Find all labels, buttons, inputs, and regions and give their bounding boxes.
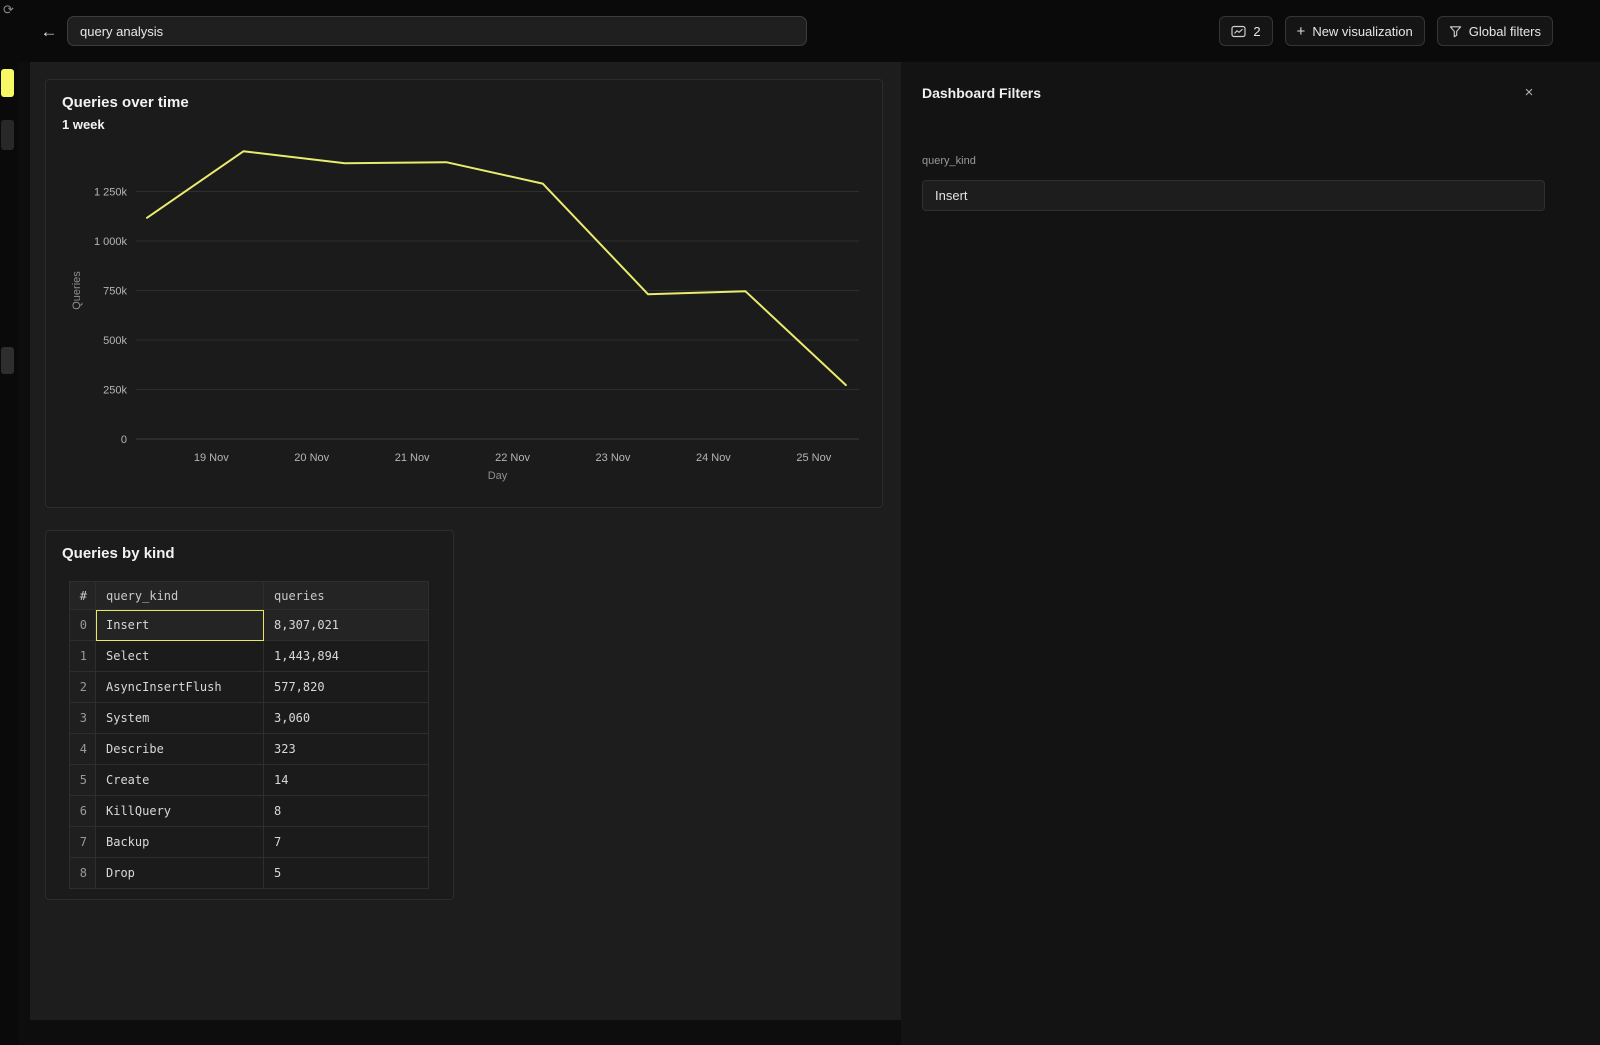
cell-queries[interactable]: 7 (264, 827, 429, 858)
cell-query-kind[interactable]: Create (96, 765, 264, 796)
svg-text:21 Nov: 21 Nov (395, 452, 430, 464)
plus-icon: + (1297, 23, 1306, 40)
table-row: 4Describe323 (70, 734, 429, 765)
cell-queries[interactable]: 8 (264, 796, 429, 827)
cell-queries[interactable]: 8,307,021 (264, 610, 429, 641)
table-row: 7Backup7 (70, 827, 429, 858)
cell-query-kind[interactable]: Select (96, 641, 264, 672)
sidebar-item[interactable] (1, 347, 14, 374)
close-icon[interactable]: × (1520, 84, 1538, 102)
dashboard-filters-panel: Dashboard Filters × query_kind (901, 62, 1600, 1045)
cell-row-index: 7 (70, 827, 96, 858)
cell-row-index: 8 (70, 858, 96, 889)
cell-row-index: 0 (70, 610, 96, 641)
global-filters-button[interactable]: Global filters (1437, 16, 1553, 46)
svg-text:20 Nov: 20 Nov (294, 452, 329, 464)
new-visualization-label: New visualization (1312, 24, 1412, 39)
cell-queries[interactable]: 5 (264, 858, 429, 889)
cell-query-kind[interactable]: Insert (96, 610, 264, 641)
cell-queries[interactable]: 577,820 (264, 672, 429, 703)
cell-queries[interactable]: 14 (264, 765, 429, 796)
queries-table-body: 0Insert8,307,0211Select1,443,8942AsyncIn… (70, 610, 429, 889)
svg-text:23 Nov: 23 Nov (596, 452, 631, 464)
query-kind-filter-input[interactable] (922, 180, 1545, 211)
queries-over-time-card: Queries over time 1 week 0 250k 500k 750k 1 … (45, 79, 883, 508)
panel-count-button[interactable]: 2 (1219, 16, 1272, 46)
table-header-row: # query_kind queries (70, 582, 429, 610)
chart-subtitle: 1 week (62, 117, 105, 132)
panel-count-label: 2 (1253, 24, 1260, 39)
global-filters-label: Global filters (1469, 24, 1541, 39)
chart-title: Queries over time (62, 94, 189, 111)
table-row: 1Select1,443,894 (70, 641, 429, 672)
cell-query-kind[interactable]: Backup (96, 827, 264, 858)
visualization-panel-icon (1231, 25, 1246, 38)
table-row: 2AsyncInsertFlush577,820 (70, 672, 429, 703)
svg-text:24 Nov: 24 Nov (696, 452, 731, 464)
cell-query-kind[interactable]: Describe (96, 734, 264, 765)
topbar-actions: 2 + New visualization Global filters (1219, 16, 1553, 46)
svg-text:500k: 500k (103, 335, 127, 347)
column-header-query-kind: query_kind (96, 582, 264, 610)
refresh-icon[interactable]: ⟳ (1, 2, 16, 18)
svg-text:Queries: Queries (71, 271, 83, 310)
svg-text:750k: 750k (103, 286, 127, 298)
queries-by-kind-card: Queries by kind # query_kind queries 0In… (45, 530, 454, 900)
filter-field-label: query_kind (922, 155, 976, 167)
sidebar-item[interactable] (1, 120, 14, 150)
svg-text:19 Nov: 19 Nov (194, 452, 229, 464)
queries-line-chart: 0 250k 500k 750k 1 000k 1 250k 19 Nov 20 Nov 21 … (66, 132, 866, 492)
svg-text:250k: 250k (103, 385, 127, 397)
cell-row-index: 6 (70, 796, 96, 827)
filters-panel-title: Dashboard Filters (922, 85, 1041, 101)
cell-row-index: 3 (70, 703, 96, 734)
cell-row-index: 2 (70, 672, 96, 703)
new-visualization-button[interactable]: + New visualization (1285, 16, 1425, 46)
dashboard-title-input[interactable] (67, 16, 807, 46)
table-row: 8Drop5 (70, 858, 429, 889)
svg-text:0: 0 (121, 434, 127, 446)
column-header-queries: queries (264, 582, 429, 610)
table-row: 5Create14 (70, 765, 429, 796)
svg-text:25 Nov: 25 Nov (796, 452, 831, 464)
column-header-index: # (70, 582, 96, 610)
cell-query-kind[interactable]: Drop (96, 858, 264, 889)
cell-queries[interactable]: 323 (264, 734, 429, 765)
back-arrow-icon[interactable]: ← (38, 21, 60, 43)
queries-table: # query_kind queries 0Insert8,307,0211Se… (69, 581, 429, 889)
cell-query-kind[interactable]: System (96, 703, 264, 734)
svg-text:1 250k: 1 250k (94, 187, 128, 199)
cell-row-index: 1 (70, 641, 96, 672)
table-row: 0Insert8,307,021 (70, 610, 429, 641)
sidebar-item-active[interactable] (1, 69, 14, 97)
funnel-icon (1449, 25, 1462, 38)
cell-queries[interactable]: 1,443,894 (264, 641, 429, 672)
svg-text:22 Nov: 22 Nov (495, 452, 530, 464)
cell-queries[interactable]: 3,060 (264, 703, 429, 734)
dashboard-canvas: Queries over time 1 week 0 250k 500k 750k 1 … (30, 62, 901, 1020)
table-title: Queries by kind (62, 545, 175, 562)
svg-text:Day: Day (488, 470, 508, 482)
cell-row-index: 5 (70, 765, 96, 796)
cell-query-kind[interactable]: KillQuery (96, 796, 264, 827)
svg-text:1 000k: 1 000k (94, 236, 128, 248)
table-row: 6KillQuery8 (70, 796, 429, 827)
left-sidebar-rail: ⟳ (0, 0, 18, 1045)
cell-query-kind[interactable]: AsyncInsertFlush (96, 672, 264, 703)
cell-row-index: 4 (70, 734, 96, 765)
table-row: 3System3,060 (70, 703, 429, 734)
top-bar: ← 2 + New visualization Global filters (0, 0, 1600, 62)
